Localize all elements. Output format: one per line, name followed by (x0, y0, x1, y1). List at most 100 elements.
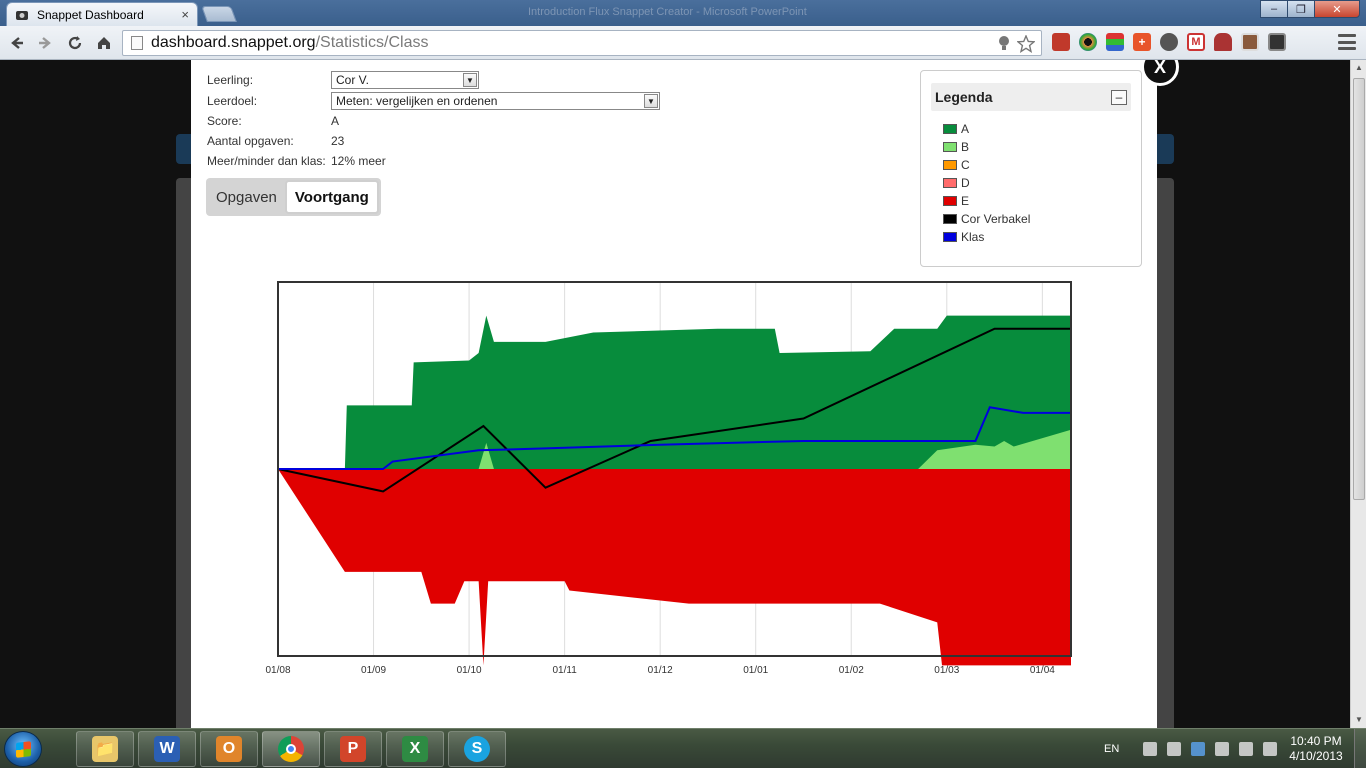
flag-icon[interactable] (1167, 742, 1182, 756)
chevron-down-icon: ▼ (644, 94, 658, 108)
taskbar-excel-button[interactable]: X (386, 731, 444, 767)
excel-icon: X (402, 736, 428, 762)
leerdoel-row: Leerdoel: Meten: vergelijken en ordenen … (207, 91, 707, 111)
legend-swatch (943, 160, 957, 170)
x-tick-label: 01/01 (743, 665, 768, 676)
screen-extension-icon[interactable] (1268, 33, 1286, 51)
star-bookmark-icon[interactable] (1017, 35, 1035, 53)
page-scrollbar[interactable]: ▲ ▼ (1350, 60, 1366, 728)
show-desktop-button[interactable] (1354, 729, 1366, 768)
legend-label: C (961, 158, 970, 172)
chevron-down-icon: ▼ (463, 73, 477, 87)
tab-voortgang[interactable]: Voortgang (284, 180, 379, 214)
show-hidden-icons-icon[interactable] (1143, 742, 1158, 756)
forward-button[interactable] (34, 32, 56, 54)
x-tick-label: 01/10 (457, 665, 482, 676)
score-value: A (331, 114, 340, 128)
taskbar-word-button[interactable]: W (138, 731, 196, 767)
chart-areas (278, 315, 1071, 666)
legend-item-e: E (943, 193, 969, 209)
url-host: dashboard.snappet.org (151, 34, 316, 51)
couch-extension-icon[interactable] (1214, 33, 1232, 51)
tab-snappet-dashboard[interactable]: Snappet Dashboard × (6, 2, 198, 26)
close-window-button[interactable]: ✕ (1314, 0, 1360, 18)
bookmark-extension-icon[interactable] (1052, 33, 1070, 51)
word-icon: W (154, 736, 180, 762)
signal-icon[interactable] (1263, 742, 1278, 756)
chrome-icon (278, 736, 304, 762)
reload-button[interactable] (64, 32, 86, 54)
snappet-favicon-icon (16, 10, 28, 20)
leerdoel-label: Leerdoel: (207, 94, 258, 108)
legend-collapse-button[interactable]: – (1111, 90, 1127, 105)
legend-label: D (961, 176, 970, 190)
tab-close-icon[interactable]: × (181, 7, 189, 22)
browser-toolbar: dashboard.snappet.org /Statistics/Class … (0, 26, 1366, 60)
area-series-e (278, 469, 1071, 666)
gmail-extension-icon[interactable]: M (1187, 33, 1205, 51)
language-indicator[interactable]: EN (1104, 743, 1119, 755)
leerling-row: Leerling: Cor V. ▼ (207, 70, 707, 90)
address-bar[interactable]: dashboard.snappet.org /Statistics/Class (122, 30, 1042, 56)
system-tray: EN (1104, 729, 1278, 768)
browser-titlebar: Snappet Dashboard × Introduction Flux Sn… (0, 0, 1366, 26)
skype-icon: S (464, 736, 490, 762)
menu-bar-icon (1338, 47, 1356, 50)
scroll-up-icon[interactable]: ▲ (1353, 62, 1365, 74)
menu-bar-icon (1338, 34, 1356, 37)
klas-compare-label: Meer/minder dan klas: (207, 154, 326, 168)
scroll-down-icon[interactable]: ▼ (1353, 714, 1365, 726)
clock[interactable]: 10:40 PM 4/10/2013 (1284, 734, 1348, 764)
legend-item-klas: Klas (943, 229, 984, 245)
clock-time: 10:40 PM (1290, 734, 1342, 748)
window-controls: – ❐ ✕ (1260, 0, 1360, 18)
legend-item-a: A (943, 121, 969, 137)
maximize-button[interactable]: ❐ (1287, 0, 1315, 18)
scrollbar-thumb[interactable] (1353, 78, 1365, 500)
x-tick-label: 01/11 (552, 665, 577, 676)
legend-item-d: D (943, 175, 970, 191)
instagram-extension-icon[interactable] (1241, 33, 1259, 51)
dropbox-icon[interactable] (1191, 742, 1206, 756)
back-button[interactable] (6, 32, 28, 54)
minimize-button[interactable]: – (1260, 0, 1288, 18)
page-icon (131, 36, 143, 50)
evernote-extension-icon[interactable] (1160, 33, 1178, 51)
plus-extension-icon[interactable]: + (1133, 33, 1151, 51)
legend-item-c: C (943, 157, 970, 173)
taskbar-powerpoint-button[interactable]: P (324, 731, 382, 767)
chrome-center-icon (286, 744, 296, 754)
battery-icon[interactable] (1215, 742, 1230, 756)
legend-panel: Legenda – A B C D E Cor Verbakel Klas (920, 70, 1142, 267)
lightbulb-icon[interactable] (997, 35, 1011, 51)
legend-swatch (943, 214, 957, 224)
opgaven-row: Aantal opgaven: 23 (207, 131, 707, 151)
x-tick-label: 01/04 (1030, 665, 1055, 676)
volume-icon[interactable] (1239, 742, 1254, 756)
legend-swatch (943, 142, 957, 152)
taskbar-explorer-button[interactable]: 📁 (76, 731, 134, 767)
start-button[interactable] (4, 731, 42, 767)
taskbar-outlook-button[interactable]: O (200, 731, 258, 767)
x-tick-label: 01/02 (839, 665, 864, 676)
colorwheel-extension-icon[interactable] (1079, 33, 1097, 51)
folder-icon: 📁 (92, 736, 118, 762)
legend-title: Legenda (935, 89, 993, 105)
tab-opgaven[interactable]: Opgaven (208, 180, 285, 214)
legend-label: A (961, 122, 970, 136)
opgaven-value: 23 (331, 134, 345, 148)
chrome-menu-button[interactable] (1338, 34, 1356, 50)
omnibox-actions (997, 35, 1035, 53)
legend-label: Klas (961, 230, 985, 244)
url-path: /Statistics/Class (315, 34, 429, 51)
leerling-select[interactable]: Cor V. ▼ (331, 71, 479, 89)
buffer-extension-icon[interactable] (1106, 33, 1124, 51)
taskbar-chrome-button[interactable] (262, 731, 320, 767)
new-tab-button[interactable] (201, 6, 237, 22)
taskbar-skype-button[interactable]: S (448, 731, 506, 767)
legend-item-cor-verbakel: Cor Verbakel (943, 211, 1030, 227)
x-axis-ticks: 01/08 01/09 01/10 01/11 01/12 01/01 01/02 01/03… (265, 665, 1055, 676)
home-button[interactable] (93, 32, 115, 54)
progress-chart: 01/08 01/09 01/10 01/11 01/12 01/01 01/02 01/03… (265, 281, 1072, 676)
leerdoel-select[interactable]: Meten: vergelijken en ordenen ▼ (331, 92, 660, 110)
